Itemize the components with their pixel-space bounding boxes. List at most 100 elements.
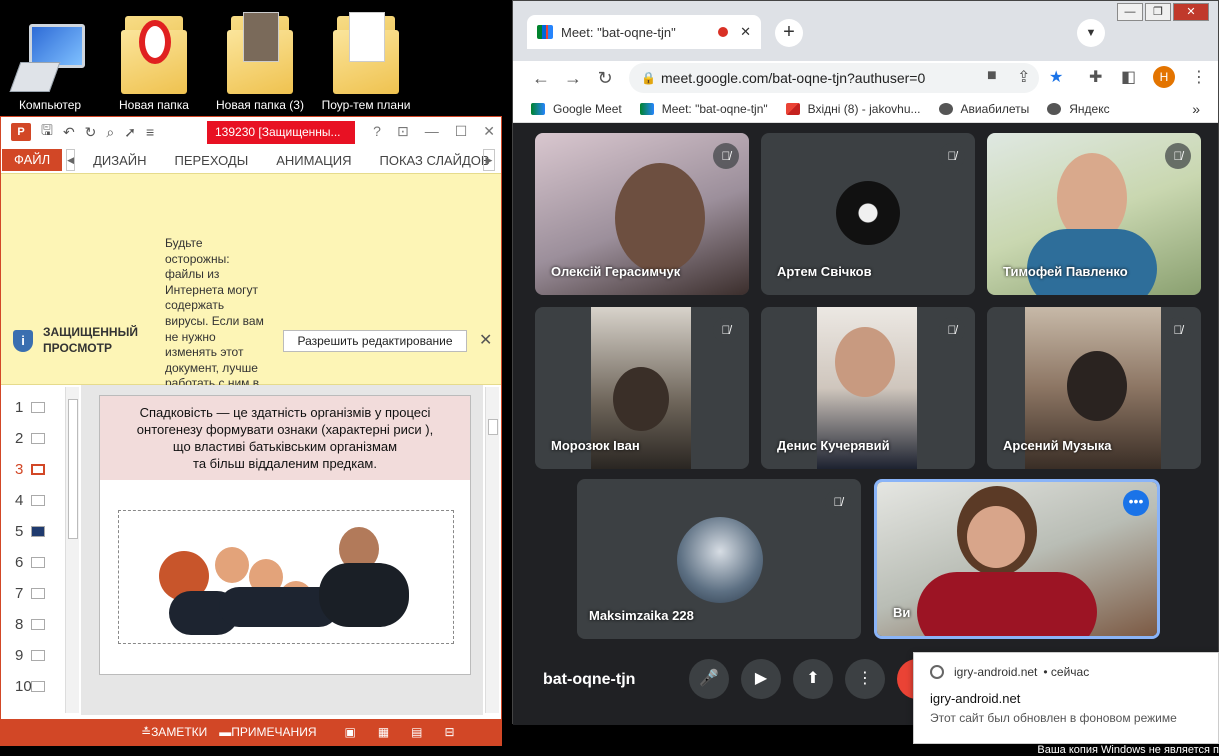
participant-tile[interactable]: 🎙̸ Maksimzaika 228 bbox=[577, 479, 861, 639]
participant-name: Денис Кучерявий bbox=[777, 438, 890, 453]
participant-name: Морозюк Іван bbox=[551, 438, 640, 453]
tab-close-icon[interactable]: ✕ bbox=[740, 24, 751, 40]
camera-button[interactable]: ▶ bbox=[741, 659, 781, 699]
participant-tile-self[interactable]: ••• Ви bbox=[874, 479, 1160, 639]
thumbnail-5[interactable]: 5 bbox=[15, 523, 55, 543]
normal-view-icon[interactable]: ▣ bbox=[344, 725, 355, 739]
participant-name: Олексій Герасимчук bbox=[551, 264, 681, 279]
enable-editing-button[interactable]: Разрешить редактирование bbox=[283, 330, 467, 352]
desktop-icon-folder-1[interactable]: Новая папка bbox=[104, 0, 204, 118]
tab-file[interactable]: ФАЙЛ bbox=[2, 149, 63, 171]
thumbnail-3[interactable]: 3 bbox=[15, 461, 55, 481]
reload-icon[interactable]: ↻ bbox=[589, 68, 621, 89]
participant-tile[interactable]: 🎙̸ Арсений Музыка bbox=[987, 307, 1201, 469]
maximize-icon[interactable]: ☐ bbox=[455, 123, 468, 140]
thumbnail-2[interactable]: 2 bbox=[15, 430, 55, 450]
extensions-icon[interactable]: ✚ bbox=[1089, 67, 1102, 87]
tab-meet[interactable]: Meet: "bat-oqne-tjn" ✕ bbox=[527, 15, 761, 49]
bookmark-meet-room[interactable]: Meet: "bat-oqne-tjn" bbox=[639, 102, 768, 116]
thumbnail-4[interactable]: 4 bbox=[15, 492, 55, 512]
bookmark-gmail[interactable]: Вхідні (8) - jakovhu... bbox=[785, 102, 921, 116]
redo-icon[interactable]: ↻ bbox=[85, 124, 97, 141]
lock-icon: 🔒 bbox=[641, 71, 656, 85]
thumbnails-scrollbar[interactable] bbox=[65, 387, 79, 713]
tabs-scroll-left-icon[interactable]: ◀ bbox=[66, 149, 76, 171]
menu-icon[interactable]: ⋮ bbox=[1191, 67, 1207, 87]
folder-icon bbox=[121, 16, 187, 94]
bookmark-yandex[interactable]: Яндекс bbox=[1047, 102, 1110, 116]
mic-off-icon: 🎙̸ bbox=[825, 489, 851, 515]
close-icon[interactable]: ✕ bbox=[483, 123, 495, 140]
help-icon[interactable]: ? bbox=[373, 123, 381, 140]
desktop-icon-computer[interactable]: Компьютер bbox=[0, 0, 100, 118]
maximize-icon[interactable]: ❐ bbox=[1145, 3, 1171, 21]
participant-name: Maksimzaika 228 bbox=[589, 608, 694, 623]
slide-sorter-icon[interactable]: ▦ bbox=[378, 725, 389, 739]
slide-text-line: та більш віддаленим предкам. bbox=[193, 456, 377, 471]
notification-popup[interactable]: igry-android.net • сейчас igry-android.n… bbox=[913, 652, 1219, 744]
thumbnail-7[interactable]: 7 bbox=[15, 585, 55, 605]
tab-transitions[interactable]: ПЕРЕХОДЫ bbox=[160, 153, 262, 168]
bookmark-avia[interactable]: Авиабилеты bbox=[938, 102, 1029, 116]
comments-button[interactable]: ПРИМЕЧАНИЯ bbox=[231, 725, 316, 739]
tab-animation[interactable]: АНИМАЦИЯ bbox=[262, 153, 365, 168]
new-tab-button[interactable]: + bbox=[775, 19, 803, 47]
tab-strip: Meet: "bat-oqne-tjn" ✕ + ▼ — ❐ ✕ bbox=[513, 1, 1218, 61]
close-icon[interactable]: ✕ bbox=[1173, 3, 1209, 21]
participant-tile[interactable]: 🎙̸ Олексій Герасимчук bbox=[535, 133, 749, 295]
desktop-icon-folder-3[interactable]: Новая папка (3) bbox=[210, 0, 310, 118]
thumbnail-10[interactable]: 10 bbox=[15, 678, 55, 698]
tab-search-button[interactable]: ▼ bbox=[1077, 19, 1105, 47]
desktop-icon-folder-plans[interactable]: Поур-тем плани bbox=[316, 0, 416, 118]
comments-icon[interactable]: ▬ bbox=[219, 725, 231, 739]
slide-scrollbar[interactable] bbox=[485, 387, 499, 713]
participant-tile[interactable]: 🎙̸ Артем Свічков bbox=[761, 133, 975, 295]
address-bar[interactable]: 🔒 meet.google.com/bat-oqne-tjn?authuser=… bbox=[629, 63, 1039, 93]
profile-avatar[interactable]: Н bbox=[1153, 66, 1175, 88]
thumbnail-8[interactable]: 8 bbox=[15, 616, 55, 636]
present-screen-button[interactable]: ⬆ bbox=[793, 659, 833, 699]
slide-text-line: що властиві батьківським організмам bbox=[172, 439, 398, 454]
mic-off-icon: 🎙̸ bbox=[713, 143, 739, 169]
thumbnail-9[interactable]: 9 bbox=[15, 647, 55, 667]
document-title: 139230 [Защищенны... bbox=[207, 121, 355, 144]
slideshow-view-icon[interactable]: ⊟ bbox=[445, 725, 455, 739]
pen-icon[interactable]: ➚ bbox=[124, 124, 136, 141]
participant-tile[interactable]: 🎙̸ Тимофей Павленко bbox=[987, 133, 1201, 295]
meet-icon bbox=[531, 102, 545, 115]
globe-icon bbox=[938, 102, 953, 115]
forward-icon[interactable]: → bbox=[557, 68, 589, 89]
customize-icon[interactable]: ≡ bbox=[146, 124, 154, 140]
family-photo bbox=[118, 510, 454, 644]
powerpoint-body: 1 2 3 4 5 6 7 8 9 10 Спадковість — це зд… bbox=[1, 385, 501, 715]
slideshow-icon[interactable]: ⌕ bbox=[106, 124, 114, 141]
participant-tile[interactable]: 🎙̸ Морозюк Іван bbox=[535, 307, 749, 469]
side-panel-icon[interactable]: ◧ bbox=[1121, 67, 1136, 87]
tabs-scroll-right-icon[interactable]: ▶ bbox=[483, 149, 495, 171]
share-icon[interactable]: ⇪ bbox=[1017, 67, 1030, 87]
more-options-button[interactable]: ⋮ bbox=[845, 659, 885, 699]
notes-button[interactable]: ЗАМЕТКИ bbox=[151, 725, 207, 739]
bookmark-star-icon[interactable]: ★ bbox=[1049, 67, 1063, 87]
ribbon-display-icon[interactable]: ⊡ bbox=[397, 123, 409, 140]
close-protected-bar-icon[interactable]: ✕ bbox=[479, 330, 492, 350]
slide-canvas: Спадковість — це здатність організмів у … bbox=[99, 395, 471, 675]
powerpoint-titlebar: P 🖫 ↶ ↻ ⌕ ➚ ≡ 139230 [Защищенны... ? ⊡ —… bbox=[1, 117, 501, 147]
undo-icon[interactable]: ↶ bbox=[63, 124, 75, 141]
minimize-icon[interactable]: — bbox=[1117, 3, 1143, 21]
minimize-icon[interactable]: — bbox=[425, 123, 439, 140]
save-icon[interactable]: 🖫 bbox=[41, 120, 53, 144]
participant-tile[interactable]: 🎙̸ Денис Кучерявий bbox=[761, 307, 975, 469]
tab-design[interactable]: ДИЗАЙН bbox=[79, 153, 160, 168]
notification-body: Этот сайт был обновлен в фоновом режиме bbox=[930, 711, 1177, 725]
notes-icon[interactable]: ≛ bbox=[141, 725, 151, 739]
more-options-icon[interactable]: ••• bbox=[1123, 490, 1149, 516]
thumbnail-6[interactable]: 6 bbox=[15, 554, 55, 574]
bookmark-google-meet[interactable]: Google Meet bbox=[531, 102, 622, 116]
thumbnail-1[interactable]: 1 bbox=[15, 399, 55, 419]
bookmarks-more-icon[interactable]: » bbox=[1192, 101, 1200, 117]
back-icon[interactable]: ← bbox=[525, 68, 557, 89]
reading-view-icon[interactable]: ▤ bbox=[411, 725, 422, 739]
microphone-button[interactable]: 🎤 bbox=[689, 659, 729, 699]
camera-icon[interactable]: ■ bbox=[987, 67, 997, 85]
